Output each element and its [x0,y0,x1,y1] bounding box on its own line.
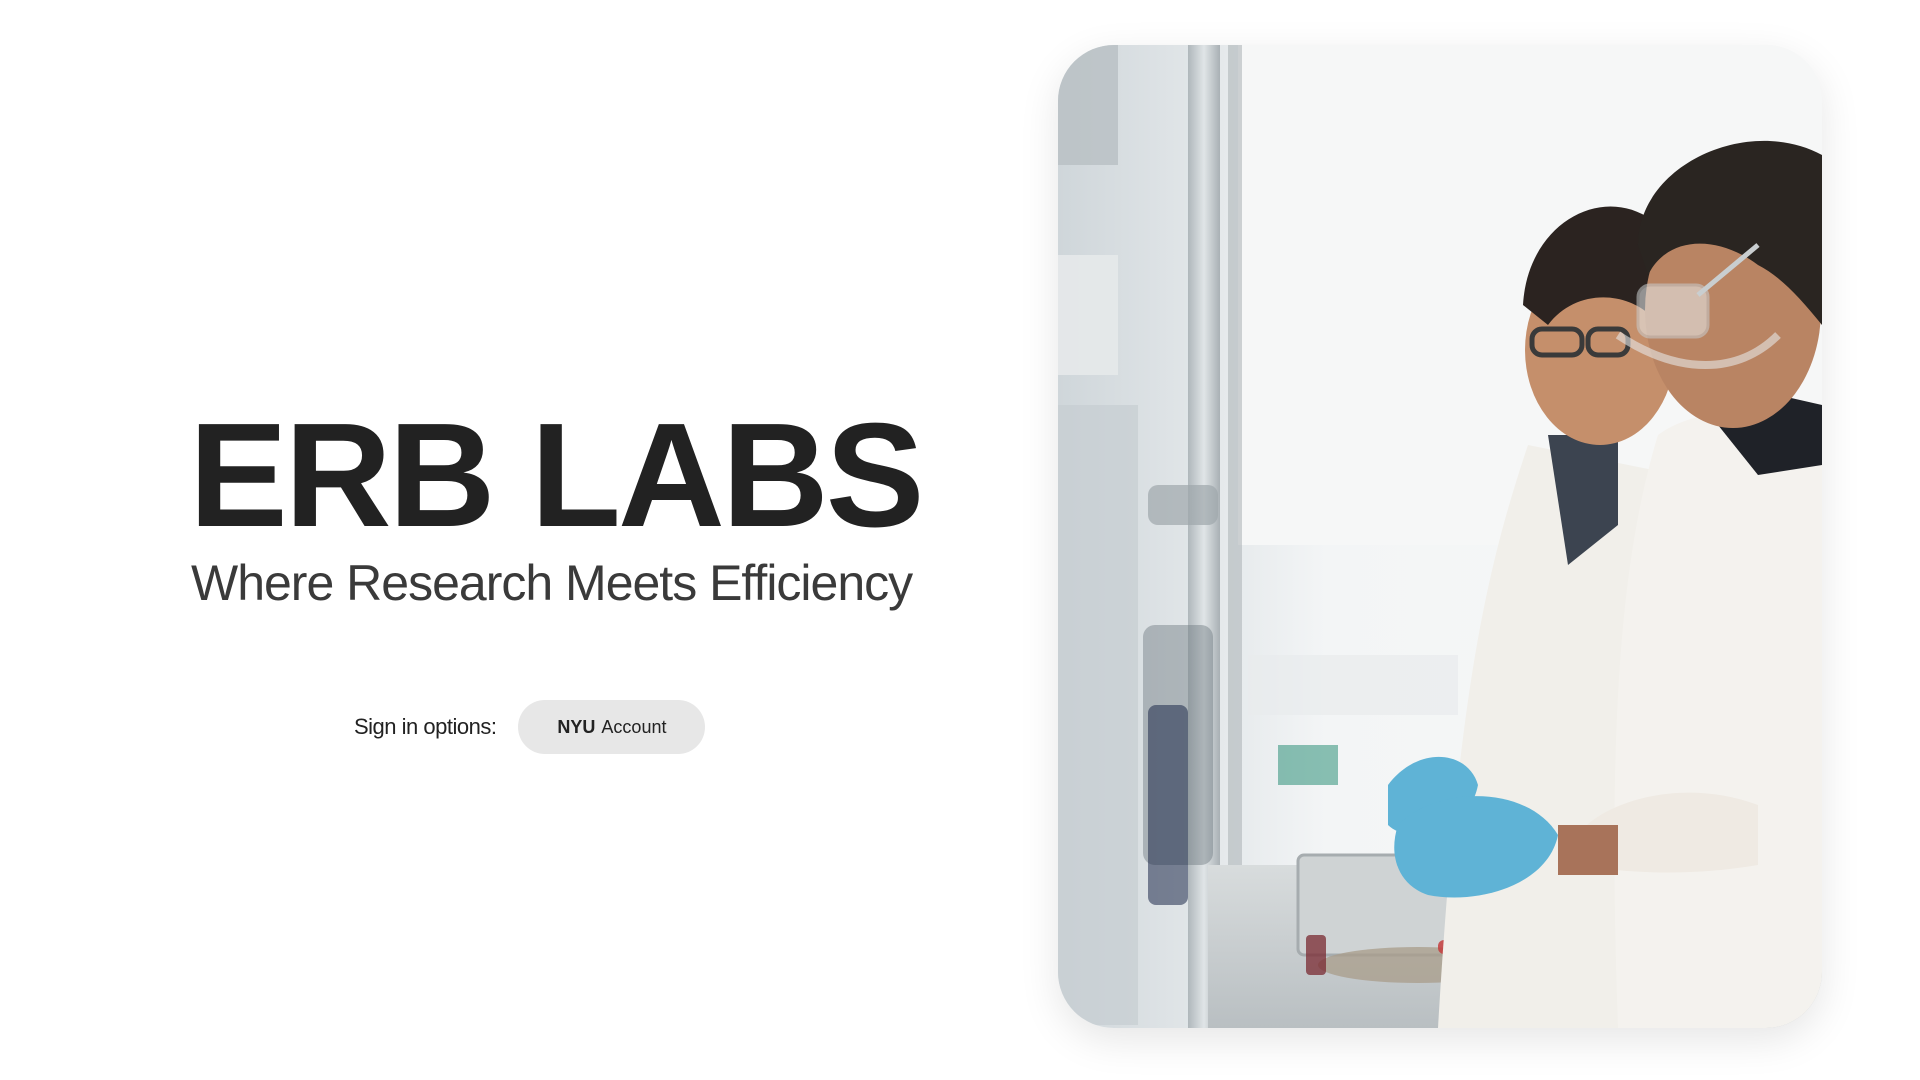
lab-photo [1058,45,1822,1028]
hero-text: ERB LABS Where Research Meets Efficiency [189,402,939,611]
lab-photo-illustration [1058,45,1822,1028]
brand-title: ERB LABS [189,393,924,558]
brand-tagline: Where Research Meets Efficiency [191,555,913,611]
nyu-account-text: Account [601,716,667,737]
signin-options: Sign in options: NYU Account [354,700,706,754]
signin-label: Sign in options: [354,714,497,739]
nyu-brand-text: NYU [557,716,596,737]
login-page: ERB LABS Where Research Meets Efficiency… [0,0,1920,1080]
nyu-account-button[interactable]: NYU Account [518,700,706,754]
